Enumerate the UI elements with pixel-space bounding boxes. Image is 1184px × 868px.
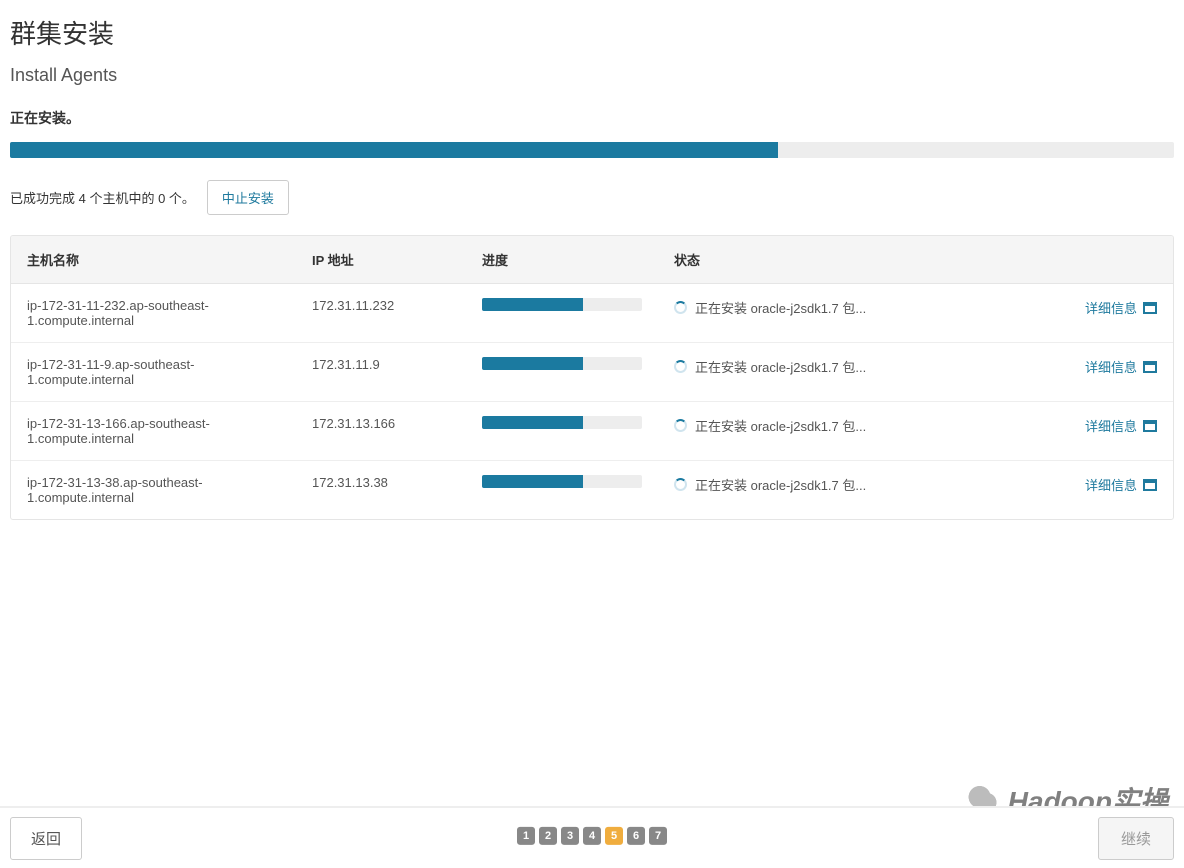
spinner-icon xyxy=(674,301,687,314)
completed-text: 已成功完成 4 个主机中的 0 个。 xyxy=(10,188,195,207)
row-progress-fill xyxy=(482,475,583,488)
row-progress-fill xyxy=(482,357,583,370)
col-header-ip: IP 地址 xyxy=(296,236,466,284)
hosts-table: 主机名称 IP 地址 进度 状态 ip-172-31-11-232.ap-sou… xyxy=(10,235,1174,520)
ip-cell: 172.31.11.9 xyxy=(296,343,466,402)
global-progress-bar xyxy=(10,142,1174,158)
col-header-status: 状态 xyxy=(658,236,1173,284)
ip-cell: 172.31.13.166 xyxy=(296,402,466,461)
continue-button[interactable]: 继续 xyxy=(1098,817,1174,860)
expand-icon[interactable] xyxy=(1143,420,1157,432)
progress-cell xyxy=(466,461,658,519)
status-cell: 正在安装 oracle-j2sdk1.7 包... 详细信息 xyxy=(658,402,1173,461)
status-cell: 正在安装 oracle-j2sdk1.7 包... 详细信息 xyxy=(658,343,1173,402)
status-text: 正在安装 oracle-j2sdk1.7 包... xyxy=(695,475,866,494)
wizard-step-5[interactable]: 5 xyxy=(605,827,623,845)
details-link[interactable]: 详细信息 xyxy=(1085,416,1137,435)
wizard-step-1[interactable]: 1 xyxy=(517,827,535,845)
hostname-cell: ip-172-31-13-166.ap-southeast-1.compute.… xyxy=(11,402,296,461)
ip-cell: 172.31.13.38 xyxy=(296,461,466,519)
table-row: ip-172-31-11-9.ap-southeast-1.compute.in… xyxy=(11,343,1173,402)
table-row: ip-172-31-13-38.ap-southeast-1.compute.i… xyxy=(11,461,1173,519)
global-progress-fill xyxy=(10,142,778,158)
status-cell: 正在安装 oracle-j2sdk1.7 包... 详细信息 xyxy=(658,284,1173,343)
wizard-step-4[interactable]: 4 xyxy=(583,827,601,845)
table-row: ip-172-31-11-232.ap-southeast-1.compute.… xyxy=(11,284,1173,343)
subtitle: Install Agents xyxy=(10,65,1174,86)
table-row: ip-172-31-13-166.ap-southeast-1.compute.… xyxy=(11,402,1173,461)
details-link[interactable]: 详细信息 xyxy=(1085,357,1137,376)
wizard-step-7[interactable]: 7 xyxy=(649,827,667,845)
spinner-icon xyxy=(674,419,687,432)
row-progress-fill xyxy=(482,298,583,311)
wizard-step-3[interactable]: 3 xyxy=(561,827,579,845)
hostname-cell: ip-172-31-13-38.ap-southeast-1.compute.i… xyxy=(11,461,296,519)
ip-cell: 172.31.11.232 xyxy=(296,284,466,343)
expand-icon[interactable] xyxy=(1143,479,1157,491)
row-progress-bar xyxy=(482,357,642,370)
status-cell: 正在安装 oracle-j2sdk1.7 包... 详细信息 xyxy=(658,461,1173,519)
expand-icon[interactable] xyxy=(1143,302,1157,314)
row-progress-bar xyxy=(482,475,642,488)
wizard-steps: 1234567 xyxy=(517,827,667,845)
progress-cell xyxy=(466,284,658,343)
col-header-hostname: 主机名称 xyxy=(11,236,296,284)
row-progress-fill xyxy=(482,416,583,429)
hostname-cell: ip-172-31-11-9.ap-southeast-1.compute.in… xyxy=(11,343,296,402)
status-text: 正在安装 oracle-j2sdk1.7 包... xyxy=(695,298,866,317)
back-button[interactable]: 返回 xyxy=(10,817,82,860)
spinner-icon xyxy=(674,360,687,373)
row-progress-bar xyxy=(482,416,642,429)
progress-cell xyxy=(466,402,658,461)
expand-icon[interactable] xyxy=(1143,361,1157,373)
wizard-step-2[interactable]: 2 xyxy=(539,827,557,845)
abort-install-button[interactable]: 中止安装 xyxy=(207,180,289,215)
status-text: 正在安装 oracle-j2sdk1.7 包... xyxy=(695,416,866,435)
details-link[interactable]: 详细信息 xyxy=(1085,298,1137,317)
col-header-progress: 进度 xyxy=(466,236,658,284)
wizard-footer: 返回 1234567 继续 xyxy=(0,806,1184,868)
details-link[interactable]: 详细信息 xyxy=(1085,475,1137,494)
status-heading: 正在安装。 xyxy=(10,108,1174,128)
status-text: 正在安装 oracle-j2sdk1.7 包... xyxy=(695,357,866,376)
page-title: 群集安装 xyxy=(10,14,1174,51)
progress-cell xyxy=(466,343,658,402)
hostname-cell: ip-172-31-11-232.ap-southeast-1.compute.… xyxy=(11,284,296,343)
wizard-step-6[interactable]: 6 xyxy=(627,827,645,845)
row-progress-bar xyxy=(482,298,642,311)
spinner-icon xyxy=(674,478,687,491)
